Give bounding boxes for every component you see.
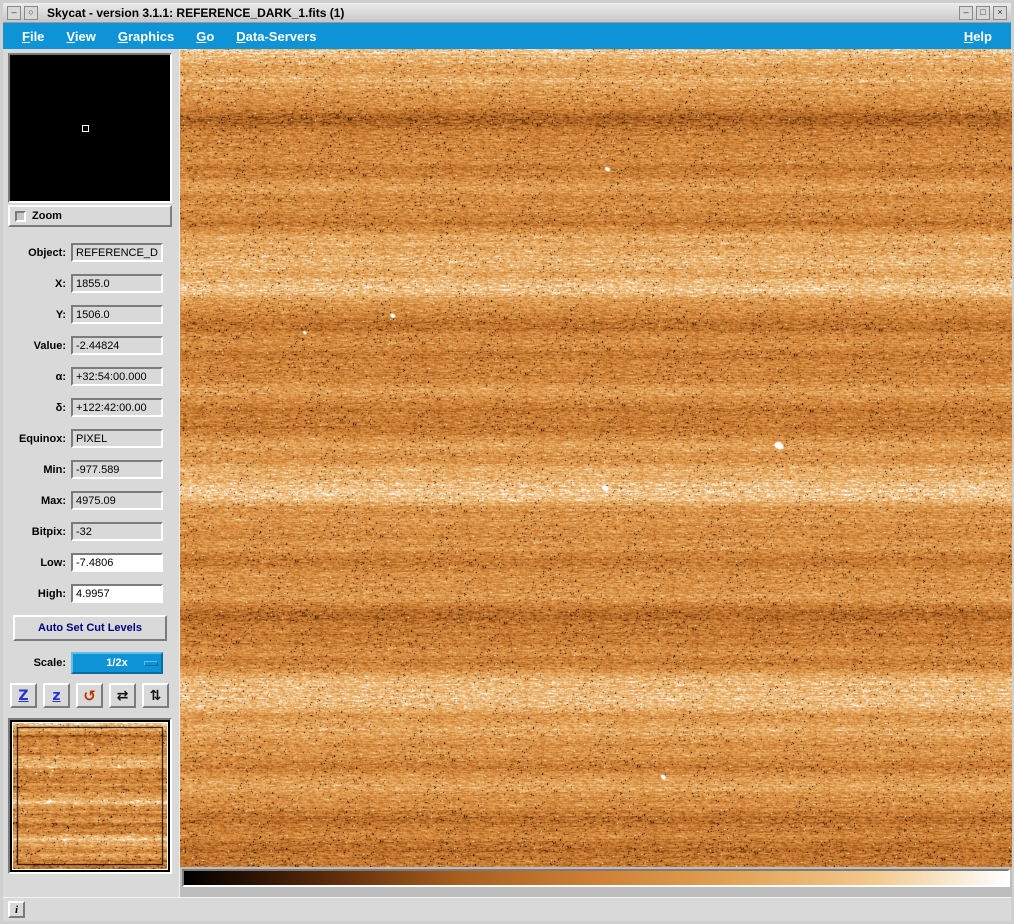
field-row-y: Y: [8, 299, 174, 330]
dec-input[interactable] [71, 398, 163, 417]
sidebar: Zoom Object: X: Y: Value: α: [3, 49, 179, 897]
y-input[interactable] [71, 305, 163, 324]
titlebar: – ○ Skycat - version 3.1.1: REFERENCE_DA… [3, 3, 1011, 23]
high-cut-input[interactable] [71, 584, 163, 603]
field-row-min: Min: [8, 454, 174, 485]
colorbar-canvas [184, 871, 1008, 885]
minimize-button[interactable]: – [959, 5, 973, 20]
content: Zoom Object: X: Y: Value: α: [3, 49, 1012, 897]
flip-y-icon[interactable]: ⇅ [142, 683, 169, 708]
zoom-checkbox[interactable] [15, 210, 26, 222]
equinox-label: Equinox: [18, 432, 66, 445]
low-cut-input[interactable] [71, 553, 163, 572]
window-menu-button[interactable]: – [7, 5, 21, 20]
zoom-view [8, 53, 172, 203]
ra-label: α: [55, 370, 66, 383]
menu-go[interactable]: Go [185, 25, 225, 48]
max-input[interactable] [71, 491, 163, 510]
menu-data-servers[interactable]: Data-Servers [225, 25, 327, 48]
scale-dropdown[interactable]: 1/2x [71, 652, 163, 674]
pan-window[interactable] [8, 718, 172, 874]
statusbar: i [3, 897, 1011, 921]
tools-row: Z z ↺ ⇄ ⇅ [10, 683, 174, 708]
colorbar [182, 869, 1010, 887]
zoom-toggle-row: Zoom [8, 205, 172, 227]
info-button[interactable]: i [8, 901, 25, 918]
menu-view[interactable]: View [55, 25, 106, 48]
zoom-in-button[interactable]: Z [10, 683, 37, 708]
menu-help[interactable]: Help [953, 25, 1003, 48]
max-label: Max: [40, 494, 66, 507]
zoom-cursor-marker [82, 125, 89, 132]
object-label: Object: [28, 246, 66, 259]
window-shade-button[interactable]: ○ [24, 5, 38, 20]
field-row-dec: δ: [8, 392, 174, 423]
field-row-low: Low: [8, 547, 174, 578]
flip-x-icon[interactable]: ⇄ [109, 683, 136, 708]
object-input[interactable] [71, 243, 163, 262]
field-row-ra: α: [8, 361, 174, 392]
value-label: Value: [33, 339, 66, 352]
x-label: X: [55, 277, 66, 290]
value-input[interactable] [71, 336, 163, 355]
main-image-canvas[interactable] [180, 49, 1012, 867]
low-label: Low: [40, 556, 66, 569]
dec-label: δ: [55, 401, 66, 414]
zoom-label: Zoom [32, 210, 62, 222]
image-area [179, 49, 1012, 897]
menu-graphics[interactable]: Graphics [107, 25, 185, 48]
min-input[interactable] [71, 460, 163, 479]
scale-row: Scale: 1/2x [8, 651, 174, 675]
field-row-object: Object: [8, 237, 174, 268]
equinox-input[interactable] [71, 429, 163, 448]
scale-value: 1/2x [106, 657, 128, 669]
bitpix-label: Bitpix: [31, 525, 66, 538]
auto-set-cut-levels-button[interactable]: Auto Set Cut Levels [13, 615, 167, 641]
field-row-value: Value: [8, 330, 174, 361]
rotate-icon[interactable]: ↺ [76, 683, 103, 708]
skycat-window: – ○ Skycat - version 3.1.1: REFERENCE_DA… [0, 0, 1014, 924]
field-row-bitpix: Bitpix: [8, 516, 174, 547]
menubar: File View Graphics Go Data-Servers Help [3, 23, 1011, 49]
bitpix-input[interactable] [71, 522, 163, 541]
ra-input[interactable] [71, 367, 163, 386]
menu-file[interactable]: File [11, 25, 55, 48]
zoom-out-button[interactable]: z [43, 683, 70, 708]
pan-canvas[interactable] [12, 722, 168, 870]
field-row-x: X: [8, 268, 174, 299]
min-label: Min: [43, 463, 66, 476]
x-input[interactable] [71, 274, 163, 293]
dropdown-indicator-icon [144, 661, 158, 666]
field-row-max: Max: [8, 485, 174, 516]
y-label: Y: [55, 308, 66, 321]
scale-label: Scale: [33, 657, 66, 669]
close-button[interactable]: × [993, 5, 1007, 20]
window-title: Skycat - version 3.1.1: REFERENCE_DARK_1… [47, 5, 345, 20]
field-row-high: High: [8, 578, 174, 609]
high-label: High: [37, 587, 66, 600]
maximize-button[interactable]: □ [976, 5, 990, 20]
field-row-equinox: Equinox: [8, 423, 174, 454]
